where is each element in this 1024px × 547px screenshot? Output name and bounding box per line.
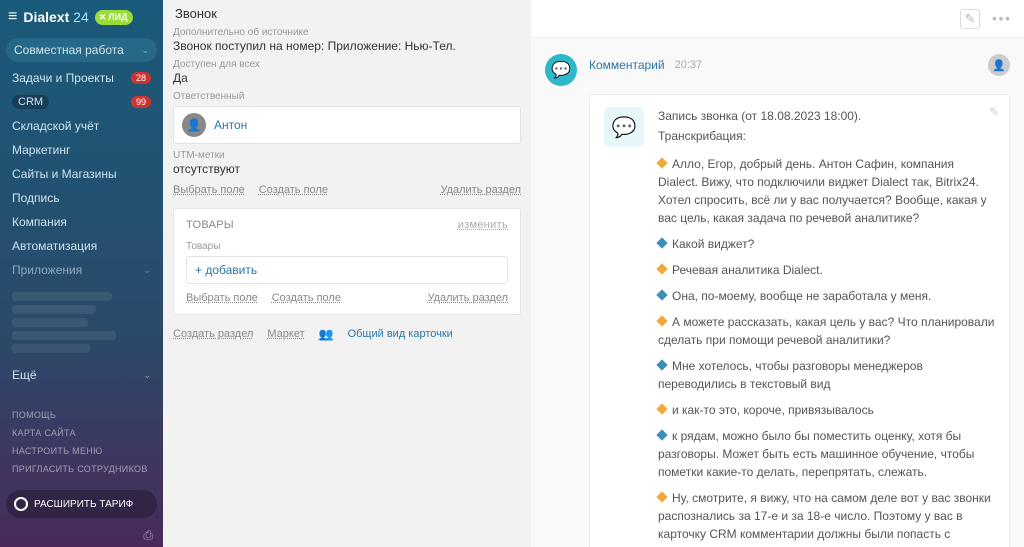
comment-time: 20:37 bbox=[675, 59, 703, 71]
expand-tariff-button[interactable]: РАСШИРИТЬ ТАРИФ bbox=[6, 490, 157, 518]
speaker-diamond-icon bbox=[656, 359, 667, 370]
detail-panel: Звонок Дополнительно об источнике Звонок… bbox=[163, 0, 531, 547]
select-field-link[interactable]: Выбрать поле bbox=[173, 184, 245, 196]
edit-icon[interactable]: ✎ bbox=[989, 105, 999, 119]
speaker-diamond-icon bbox=[656, 263, 667, 274]
more-icon[interactable]: ••• bbox=[992, 9, 1012, 29]
sidebar-item[interactable]: Складской учёт bbox=[0, 114, 163, 138]
sidebar-item[interactable]: Совместная работа⌄ bbox=[6, 38, 157, 62]
timeline-panel: ✎ ••• 💬 Комментарий 20:37 👤 ✎ 💬 Запись з… bbox=[531, 0, 1024, 547]
speaker-diamond-icon bbox=[656, 157, 667, 168]
select-field-link-2[interactable]: Выбрать поле bbox=[186, 292, 258, 304]
delete-section-link-2[interactable]: Удалить раздел bbox=[427, 292, 508, 304]
author-avatar-icon[interactable]: 👤 bbox=[988, 54, 1010, 76]
avail-label: Доступен для всех bbox=[173, 59, 521, 70]
responsible-field[interactable]: 👤 Антон bbox=[173, 106, 521, 144]
recording-header: Запись звонка (от 18.08.2023 18:00). bbox=[658, 107, 995, 125]
turn-text: Алло, Егор, добрый день. Антон Сафин, ко… bbox=[658, 157, 987, 225]
turn-text: Ну, смотрите, я вижу, что на самом деле … bbox=[658, 491, 991, 547]
comment-label: Комментарий bbox=[589, 58, 665, 72]
sidebar-item[interactable]: CRM99 bbox=[0, 90, 163, 114]
speaker-diamond-icon bbox=[656, 289, 667, 300]
sidebar-item[interactable]: Задачи и Проекты28 bbox=[0, 66, 163, 90]
sidebar: ≡ Dialext 24 ✕ЛИД Совместная работа⌄ Зада… bbox=[0, 0, 163, 547]
print-icon[interactable]: ⎙ bbox=[143, 528, 153, 542]
card-view-link[interactable]: Общий вид карточки bbox=[348, 328, 453, 340]
transcript-turn: к рядам, можно было бы поместить оценку,… bbox=[658, 427, 995, 481]
source-value: Звонок поступил на номер: Приложение: Нь… bbox=[173, 39, 521, 53]
speaker-diamond-icon bbox=[656, 491, 667, 502]
change-link[interactable]: изменить bbox=[458, 219, 508, 231]
market-link[interactable]: Маркет bbox=[267, 328, 304, 340]
sidebar-footer-link[interactable]: ПОМОЩЬ bbox=[0, 406, 163, 424]
people-icon: 👥 bbox=[319, 327, 334, 341]
create-field-link-2[interactable]: Создать поле bbox=[272, 292, 341, 304]
products-card: ТОВАРЫ изменить Товары + добавить Выбрат… bbox=[173, 208, 521, 315]
sidebar-item[interactable]: Приложения⌄ bbox=[0, 258, 163, 282]
speaker-diamond-icon bbox=[656, 237, 667, 248]
products-label: Товары bbox=[186, 241, 508, 252]
menu-icon[interactable]: ≡ bbox=[8, 8, 17, 26]
sidebar-more[interactable]: Ещё⌄ bbox=[0, 363, 163, 387]
comment-bubble-icon: 💬 bbox=[545, 54, 577, 86]
responsible-name: Антон bbox=[214, 118, 247, 132]
note-icon[interactable]: ✎ bbox=[960, 9, 980, 29]
responsible-label: Ответственный bbox=[173, 91, 521, 102]
sidebar-item[interactable]: Компания bbox=[0, 210, 163, 234]
utm-label: UTM-метки bbox=[173, 150, 521, 161]
sidebar-item[interactable]: Маркетинг bbox=[0, 138, 163, 162]
speaker-diamond-icon bbox=[656, 403, 667, 414]
create-field-link[interactable]: Создать поле bbox=[259, 184, 328, 196]
lead-pill[interactable]: ✕ЛИД bbox=[95, 10, 134, 25]
close-icon[interactable]: ✕ bbox=[99, 12, 107, 23]
transcript-turn: Ну, смотрите, я вижу, что на самом деле … bbox=[658, 489, 995, 547]
sidebar-item[interactable]: Подпись bbox=[0, 186, 163, 210]
add-product-button[interactable]: + добавить bbox=[186, 256, 508, 284]
avail-value: Да bbox=[173, 71, 521, 85]
sidebar-footer-link[interactable]: ПРИГЛАСИТЬ СОТРУДНИКОВ bbox=[0, 460, 163, 478]
logo: Dialext 24 bbox=[23, 9, 88, 25]
transcript-turn: и как-то это, короче, привязывалось bbox=[658, 401, 995, 419]
sidebar-item[interactable]: Автоматизация bbox=[0, 234, 163, 258]
ring-icon bbox=[14, 497, 28, 511]
transcript-turn: Речевая аналитика Dialect. bbox=[658, 261, 995, 279]
transcript-card: ✎ 💬 Запись звонка (от 18.08.2023 18:00).… bbox=[589, 94, 1010, 547]
avatar-icon: 👤 bbox=[182, 113, 206, 137]
transcript-turn: Она, по-моему, вообще не заработала у ме… bbox=[658, 287, 995, 305]
turn-text: Она, по-моему, вообще не заработала у ме… bbox=[672, 289, 931, 303]
turn-text: А можете рассказать, какая цель у вас? Ч… bbox=[658, 315, 994, 347]
chat-icon: 💬 bbox=[604, 107, 644, 147]
utm-value: отсутствуют bbox=[173, 162, 521, 176]
sidebar-item[interactable]: Сайты и Магазины bbox=[0, 162, 163, 186]
speaker-diamond-icon bbox=[656, 315, 667, 326]
transcript-turn: А можете рассказать, какая цель у вас? Ч… bbox=[658, 313, 995, 349]
delete-section-link[interactable]: Удалить раздел bbox=[440, 184, 521, 196]
panel-title: Звонок bbox=[175, 6, 521, 21]
transcript-turn: Алло, Егор, добрый день. Антон Сафин, ко… bbox=[658, 155, 995, 227]
products-header: ТОВАРЫ bbox=[186, 219, 234, 231]
sidebar-footer-link[interactable]: КАРТА САЙТА bbox=[0, 424, 163, 442]
turn-text: к рядам, можно было бы поместить оценку,… bbox=[658, 429, 974, 479]
speaker-diamond-icon bbox=[656, 429, 667, 440]
transcription-label: Транскрибация: bbox=[658, 127, 995, 145]
turn-text: Какой виджет? bbox=[672, 237, 754, 251]
sidebar-footer-link[interactable]: НАСТРОИТЬ МЕНЮ bbox=[0, 442, 163, 460]
turn-text: Речевая аналитика Dialect. bbox=[672, 263, 823, 277]
transcript-turn: Мне хотелось, чтобы разговоры менеджеров… bbox=[658, 357, 995, 393]
create-section-link[interactable]: Создать раздел bbox=[173, 328, 253, 340]
transcript-turn: Какой виджет? bbox=[658, 235, 995, 253]
turn-text: и как-то это, короче, привязывалось bbox=[672, 403, 874, 417]
source-label: Дополнительно об источнике bbox=[173, 27, 521, 38]
turn-text: Мне хотелось, чтобы разговоры менеджеров… bbox=[658, 359, 923, 391]
